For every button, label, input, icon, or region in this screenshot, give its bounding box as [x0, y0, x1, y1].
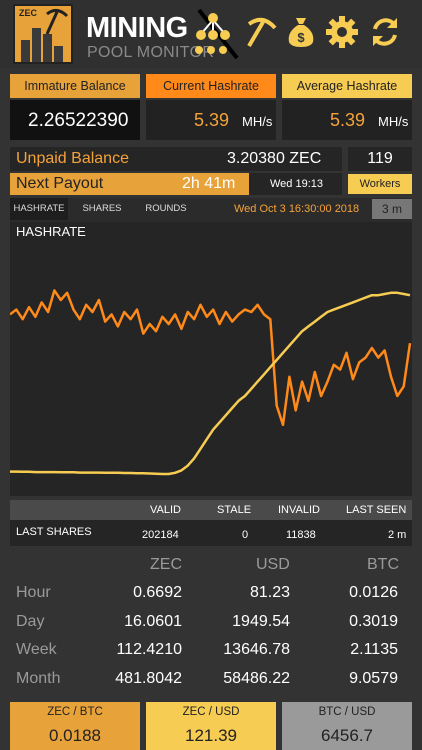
earnings-header-usd: USD: [256, 556, 290, 573]
shares-invalid: 11838: [286, 529, 316, 541]
range-selector[interactable]: 3 m: [372, 199, 412, 219]
chart-timestamp: Wed Oct 3 16:30:00 2018: [234, 203, 360, 215]
earnings-week-zec: 112.4210: [116, 641, 182, 658]
average-hashrate-unit: MH/s: [378, 114, 409, 129]
earnings-row-day-label: Day: [16, 613, 45, 630]
earnings-month-zec: 481.8042: [115, 670, 182, 687]
current-hashrate-label: Current Hashrate: [146, 74, 276, 98]
chart-plot: [10, 289, 412, 476]
immature-balance-label: Immature Balance: [10, 74, 140, 98]
earnings-week-btc: 2.1135: [350, 641, 398, 658]
payout-countdown: 2h 41m: [182, 175, 236, 192]
shares-header-last-seen: LAST SEEN: [346, 504, 407, 516]
hashrate-chart: HASHRATE: [10, 222, 412, 496]
earnings-hour-btc: 0.0126: [349, 584, 398, 601]
next-payout-row: Next Payout 2h 41m Wed 19:13: [10, 173, 342, 195]
unpaid-balance-row: Unpaid Balance 3.20380 ZEC: [10, 147, 342, 171]
tab-shares[interactable]: SHARES: [74, 198, 130, 220]
payout-date: Wed 19:13: [270, 178, 324, 190]
earnings-week-usd: 13646.78: [223, 641, 290, 658]
earnings-month-usd: 58486.22: [223, 670, 290, 687]
earnings-day-btc: 0.3019: [349, 613, 398, 630]
average-hashrate-label: Average Hashrate: [282, 74, 412, 98]
shares-row: LAST SHARES 202184 0 11838 2 m: [10, 520, 412, 546]
unpaid-balance-label: Unpaid Balance: [16, 150, 129, 167]
earnings-row-month-label: Month: [16, 670, 61, 687]
pickaxe-icon[interactable]: [243, 14, 279, 50]
average-hashrate-value: 5.39: [330, 110, 366, 130]
earnings-day-usd: 1949.54: [232, 613, 290, 630]
shares-header-stale: STALE: [217, 504, 252, 516]
earnings-hour-zec: 0.6692: [133, 584, 182, 601]
shares-stale: 0: [242, 529, 249, 541]
workers-count: 119: [367, 150, 393, 167]
refresh-icon[interactable]: [367, 14, 403, 50]
zec-usd-value: 121.39: [146, 722, 276, 750]
gear-icon[interactable]: [324, 14, 360, 50]
money-bag-icon[interactable]: $: [283, 14, 319, 50]
average-hashrate-box: 5.39 MH/s: [282, 100, 412, 140]
shares-header-invalid: INVALID: [278, 504, 320, 516]
shares-row-label: LAST SHARES: [16, 526, 92, 538]
btc-usd-label: BTC / USD: [282, 702, 412, 722]
workers-count-box: 119: [348, 147, 412, 171]
workers-button[interactable]: Workers: [348, 174, 412, 194]
current-hashrate-unit: MH/s: [242, 114, 273, 129]
earnings-month-btc: 9.0579: [349, 670, 398, 687]
earnings-table: ZEC USD BTC Hour 0.6692 81.23 0.0126 Day…: [0, 552, 422, 698]
earnings-header-btc: BTC: [367, 556, 399, 573]
network-icon[interactable]: [191, 8, 241, 63]
current-hashrate-box: 5.39 MH/s: [146, 100, 276, 140]
zec-btc-label: ZEC / BTC: [10, 702, 140, 722]
tab-hashrate[interactable]: HASHRATE: [10, 198, 68, 220]
earnings-row-week-label: Week: [16, 641, 57, 658]
chart-tabs: HASHRATE SHARES ROUNDS Wed Oct 3 16:30:0…: [10, 198, 412, 222]
zec-btc-value: 0.0188: [10, 722, 140, 750]
app-header: ZEC MINING POOL MONITOR $: [0, 0, 422, 68]
immature-balance-box: 2.26522390: [10, 100, 140, 140]
immature-balance-value: 2.26522390: [28, 110, 129, 131]
shares-header-valid: VALID: [150, 504, 181, 516]
earnings-header-zec: ZEC: [150, 556, 182, 573]
earnings-day-zec: 16.0601: [124, 613, 182, 630]
shares-valid: 202184: [142, 529, 179, 541]
earnings-row-hour-label: Hour: [16, 584, 51, 601]
svg-text:$: $: [297, 30, 305, 45]
btc-usd-value: 6456.7: [282, 722, 412, 750]
chart-series-line-1: [10, 291, 411, 476]
app-title: MINING: [86, 12, 188, 44]
next-payout-label: Next Payout: [16, 175, 104, 192]
shares-last-seen: 2 m: [388, 529, 407, 541]
app-logo: ZEC: [13, 4, 73, 64]
earnings-hour-usd: 81.23: [249, 584, 290, 601]
shares-header: VALID STALE INVALID LAST SEEN: [10, 500, 412, 520]
tab-rounds[interactable]: ROUNDS: [136, 198, 196, 220]
current-hashrate-value: 5.39: [194, 110, 230, 130]
chart-series-line-0: [10, 289, 412, 427]
zec-usd-label: ZEC / USD: [146, 702, 276, 722]
logo-text: ZEC: [19, 8, 37, 18]
unpaid-balance-value: 3.20380 ZEC: [227, 150, 322, 167]
